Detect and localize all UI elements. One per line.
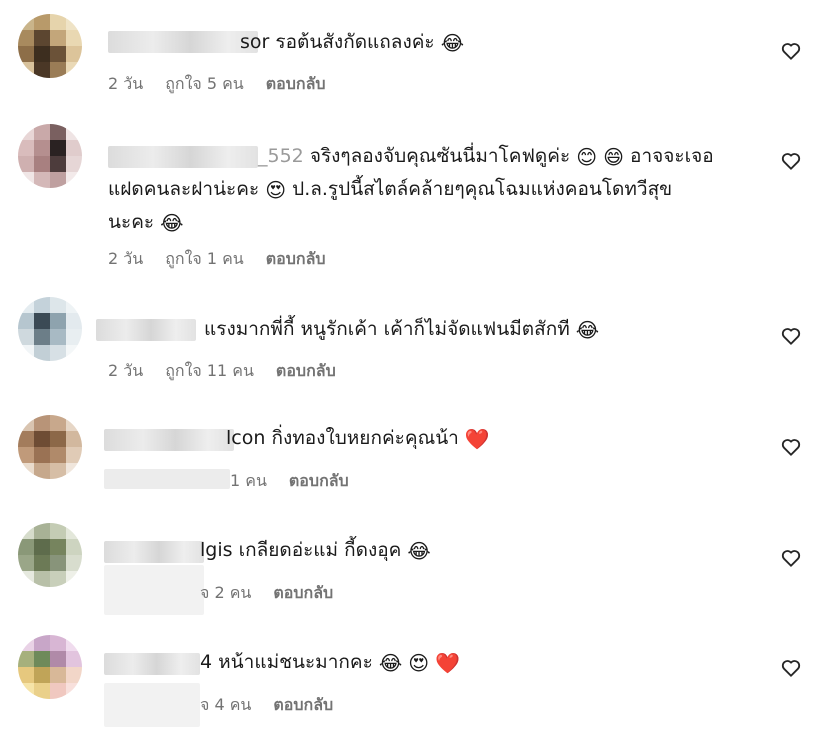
heart-eyes-emoji-icon: 😍 xyxy=(265,178,287,202)
comment-item: lgis เกลียดอ่ะแม่ กี้ดงอุค 😂 จ 2 คน ตอบก… xyxy=(0,507,820,619)
username-blurred[interactable] xyxy=(104,541,204,563)
username-tail[interactable]: _552 xyxy=(258,145,304,167)
comment-item: lcon กิ่งทองใบหยกค่ะคุณน้า ❤️ 1 คน ตอบกล… xyxy=(0,395,820,507)
reply-button[interactable]: ตอบกลับ xyxy=(273,693,333,718)
comment-text: lcon กิ่งทองใบหยกค่ะคุณน้า ❤️ xyxy=(226,422,490,455)
blur-patch xyxy=(104,565,204,615)
like-count[interactable]: ถูกใจ 1 คน xyxy=(165,247,244,272)
reply-button[interactable]: ตอบกลับ xyxy=(289,469,349,494)
username-blurred[interactable] xyxy=(108,31,258,53)
avatar[interactable] xyxy=(18,124,82,188)
comment-item: sor รอต้นสังกัดแถลงค่ะ 😂 2 วัน ถูกใจ 5 ค… xyxy=(0,0,820,110)
laughing-emoji-icon: 😂 xyxy=(407,539,431,563)
laughing-emoji-icon: 😂 xyxy=(160,211,184,235)
comment-text: _552 จริงๆลองจับคุณซันนี่มาโคฟดูค่ะ 😊 😄 … xyxy=(108,140,758,239)
blur-patch xyxy=(104,683,200,727)
avatar[interactable] xyxy=(18,14,82,78)
smiling-emoji-icon: 😊 xyxy=(576,145,598,169)
username-blurred[interactable] xyxy=(96,319,196,341)
username-blurred[interactable] xyxy=(104,429,234,451)
comment-meta: 1 คน ตอบกลับ xyxy=(230,469,349,494)
comment-meta: 2 วัน ถูกใจ 5 คน ตอบกลับ xyxy=(108,72,326,97)
comment-text: lgis เกลียดอ่ะแม่ กี้ดงอุค 😂 xyxy=(200,534,431,567)
comment-text: 4 หน้าแม่ชนะมากคะ 😂 😍 ❤️ xyxy=(200,646,460,679)
comment-meta: จ 4 คน ตอบกลับ xyxy=(200,693,333,718)
comment-text: sor รอต้นสังกัดแถลงค่ะ 😂 xyxy=(240,26,464,59)
username-blurred[interactable] xyxy=(104,653,200,675)
heart-outline-icon[interactable] xyxy=(780,547,802,569)
laughing-emoji-icon: 😂 xyxy=(575,318,600,342)
avatar[interactable] xyxy=(18,297,82,361)
timestamp[interactable]: 2 วัน xyxy=(108,72,143,97)
username-tail[interactable]: sor xyxy=(240,31,269,53)
heart-outline-icon[interactable] xyxy=(780,325,802,347)
red-heart-emoji-icon: ❤️ xyxy=(435,651,461,675)
avatar[interactable] xyxy=(18,523,82,587)
username-tail[interactable]: 4 xyxy=(200,651,212,673)
reply-button[interactable]: ตอบกลับ xyxy=(266,72,326,97)
reply-button[interactable]: ตอบกลับ xyxy=(276,359,336,384)
red-heart-emoji-icon: ❤️ xyxy=(464,427,490,451)
like-count[interactable]: ถูกใจ 11 คน xyxy=(165,359,254,384)
comment-item: แรงมากพี่กี้ หนูรักเค้า เค้าก็ไม่จัดแฟนม… xyxy=(0,285,820,395)
timestamp[interactable]: 2 วัน xyxy=(108,247,143,272)
reply-button[interactable]: ตอบกลับ xyxy=(266,247,326,272)
timestamp[interactable]: 2 วัน xyxy=(108,359,143,384)
laughing-emoji-icon: 😂 xyxy=(440,31,465,55)
comment-meta: 2 วัน ถูกใจ 11 คน ตอบกลับ xyxy=(108,359,336,384)
avatar[interactable] xyxy=(18,635,82,699)
heart-eyes-emoji-icon: 😍 xyxy=(408,651,430,675)
avatar[interactable] xyxy=(18,415,82,479)
comment-item: _552 จริงๆลองจับคุณซันนี่มาโคฟดูค่ะ 😊 😄 … xyxy=(0,110,820,285)
comment-item: 4 หน้าแม่ชนะมากคะ 😂 😍 ❤️ จ 4 คน ตอบกลับ xyxy=(0,619,820,733)
like-count[interactable]: ถูกใจ 5 คน xyxy=(165,72,244,97)
heart-outline-icon[interactable] xyxy=(780,657,802,679)
comment-meta: 2 วัน ถูกใจ 1 คน ตอบกลับ xyxy=(108,247,326,272)
username-tail[interactable]: lcon xyxy=(226,427,265,449)
like-count[interactable]: 1 คน xyxy=(230,469,267,494)
heart-outline-icon[interactable] xyxy=(780,40,802,62)
heart-outline-icon[interactable] xyxy=(780,436,802,458)
heart-outline-icon[interactable] xyxy=(780,150,802,172)
comment-text: แรงมากพี่กี้ หนูรักเค้า เค้าก็ไม่จัดแฟนม… xyxy=(204,313,599,346)
meta-blurred xyxy=(104,469,230,489)
laughing-emoji-icon: 😂 xyxy=(378,651,403,675)
grinning-emoji-icon: 😄 xyxy=(603,145,624,169)
reply-button[interactable]: ตอบกลับ xyxy=(273,581,333,606)
username-tail[interactable]: lgis xyxy=(200,539,233,561)
like-count[interactable]: จ 4 คน xyxy=(200,693,251,718)
comment-meta: จ 2 คน ตอบกลับ xyxy=(200,581,333,606)
like-count[interactable]: จ 2 คน xyxy=(200,581,251,606)
